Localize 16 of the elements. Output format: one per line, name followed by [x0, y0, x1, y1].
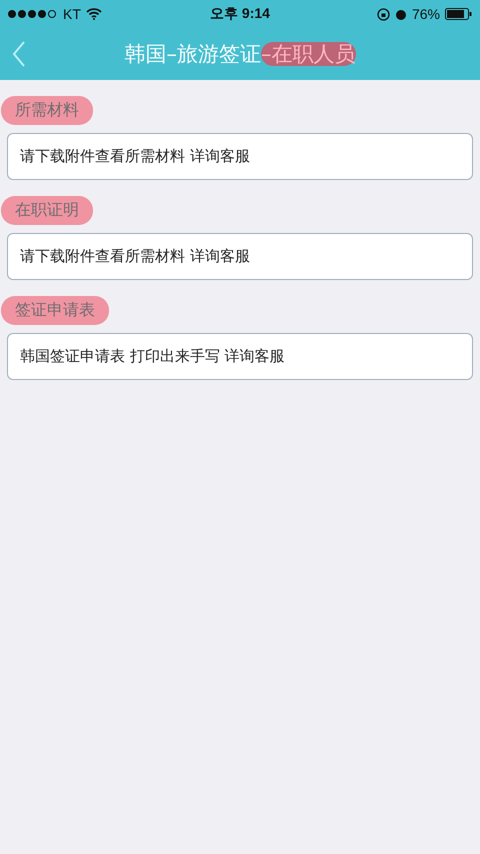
info-card: 请下载附件查看所需材料 详询客服 [7, 233, 473, 280]
info-card: 请下载附件查看所需材料 详询客服 [7, 133, 473, 180]
alarm-icon [394, 8, 407, 20]
signal-icon [8, 10, 58, 18]
page-title: 韩国–旅游签证–在职人员 [124, 41, 356, 68]
carrier-name: KT [63, 6, 81, 22]
info-card: 韩国签证申请表 打印出来手写 详询客服 [7, 333, 473, 380]
clock-time: 오후 9:14 [210, 5, 270, 23]
battery-icon [444, 8, 472, 20]
section-heading: 签证申请表 [1, 296, 109, 325]
rotation-lock-icon [376, 8, 390, 20]
battery-percent: 76% [412, 6, 440, 22]
wifi-icon [86, 8, 102, 20]
back-icon [12, 40, 26, 68]
section-heading: 在职证明 [1, 196, 93, 225]
section-heading: 所需材料 [1, 96, 93, 125]
